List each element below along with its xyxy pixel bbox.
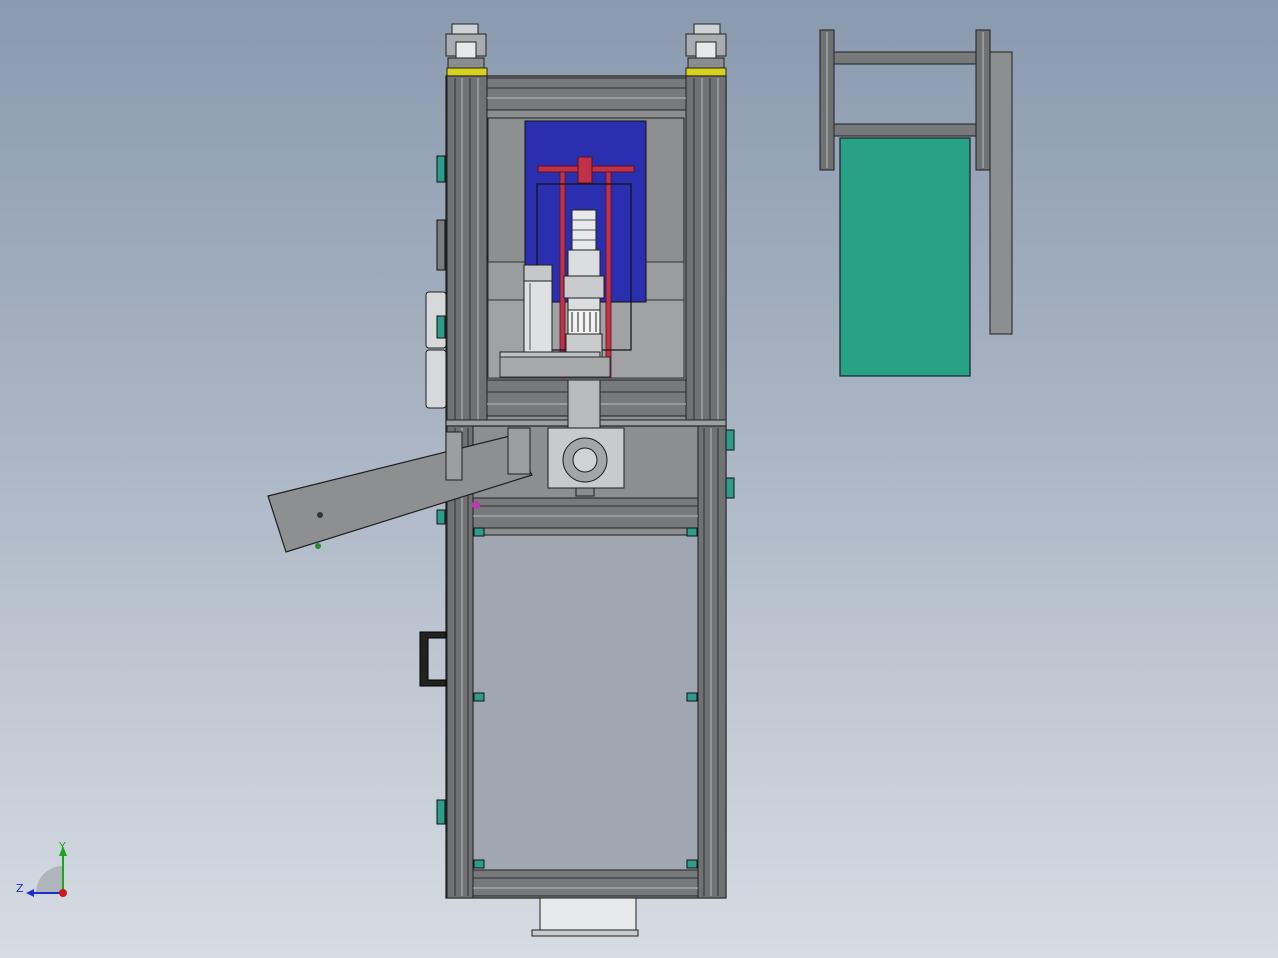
yellow-band-right [685, 67, 727, 77]
top-right-caster [685, 23, 727, 69]
lower-door-panel [472, 534, 699, 871]
base-bracket [499, 356, 611, 378]
cad-viewport[interactable]: Y Z [0, 0, 1278, 958]
y-axis-label: Y [58, 840, 66, 853]
lower-frame [445, 425, 727, 899]
axis-triad: Y Z [16, 840, 67, 897]
top-left-caster [445, 23, 487, 69]
z-axis-label: Z [16, 882, 24, 895]
bottom-roller [531, 897, 639, 937]
left-side-clips [425, 155, 447, 409]
door-handle[interactable] [419, 631, 447, 687]
yellow-band-left [446, 67, 488, 77]
side-view-teal-panel [839, 137, 971, 377]
base-plate [499, 351, 601, 358]
cad-model-view[interactable]: Y Z [0, 0, 1278, 958]
